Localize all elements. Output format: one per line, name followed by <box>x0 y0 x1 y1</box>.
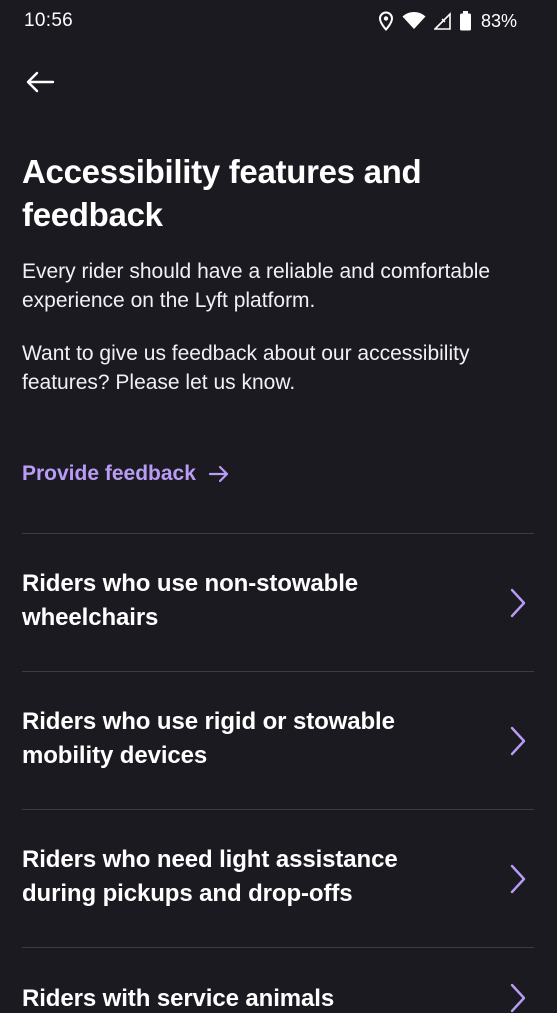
divider <box>22 809 534 810</box>
back-button[interactable] <box>18 62 62 102</box>
feedback-prompt-paragraph: Want to give us feedback about our acces… <box>22 342 470 394</box>
cell-signal-icon <box>433 11 452 31</box>
row-label: Riders with service animals <box>22 985 335 1012</box>
arrow-right-icon <box>208 465 229 483</box>
row-non-stowable-wheelchairs[interactable]: Riders who use non-stowable wheelchairs <box>22 567 534 637</box>
battery-icon <box>459 11 471 31</box>
row-label: Riders who use rigid or stowable mobilit… <box>22 708 395 769</box>
provide-feedback-link[interactable]: Provide feedback <box>22 462 230 486</box>
chevron-right-icon <box>510 983 526 1013</box>
status-icons: 83% <box>378 10 517 32</box>
divider <box>22 533 534 534</box>
arrow-left-icon <box>26 71 55 93</box>
status-time: 10:56 <box>24 10 74 31</box>
divider <box>22 947 534 948</box>
provide-feedback-label: Provide feedback <box>22 462 196 485</box>
battery-percent: 83% <box>480 10 517 31</box>
location-icon <box>378 11 394 31</box>
chevron-right-icon <box>510 864 526 894</box>
screen: 10:56 83% Accessibility features and fee… <box>0 0 557 1013</box>
row-service-animals[interactable]: Riders with service animals <box>22 982 534 1013</box>
row-label: Riders who need light assistance during … <box>22 846 398 907</box>
page-title: Accessibility features and feedback <box>22 153 422 233</box>
row-rigid-stowable-devices[interactable]: Riders who use rigid or stowable mobilit… <box>22 705 534 775</box>
divider <box>22 671 534 672</box>
chevron-right-icon <box>510 588 526 618</box>
intro-paragraph: Every rider should have a reliable and c… <box>22 260 491 312</box>
status-bar: 10:56 83% <box>0 0 557 44</box>
row-label: Riders who use non-stowable wheelchairs <box>22 570 359 631</box>
row-light-assistance[interactable]: Riders who need light assistance during … <box>22 843 534 913</box>
wifi-icon <box>402 11 426 31</box>
chevron-right-icon <box>510 726 526 756</box>
